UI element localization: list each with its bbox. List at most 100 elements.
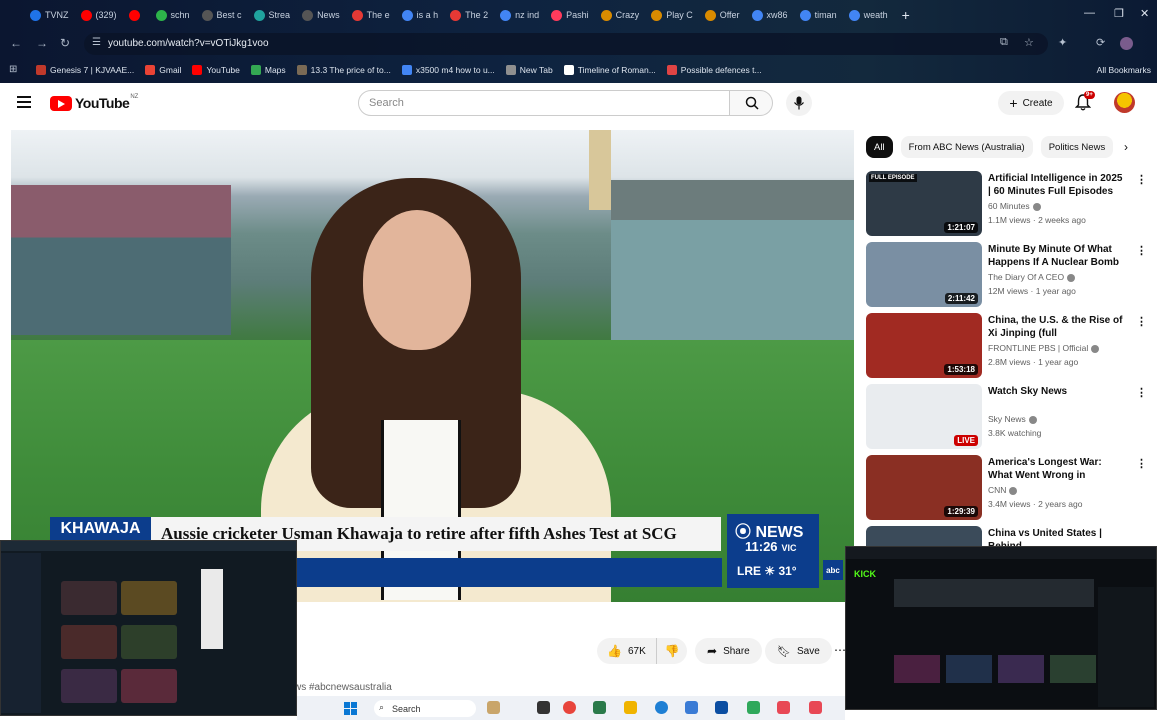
taskbar-app-icon[interactable] [715, 701, 728, 714]
browser-tab[interactable]: News [296, 0, 346, 30]
channel-name[interactable]: 60 Minutes [988, 201, 1041, 211]
browser-tab[interactable]: Pashi [545, 0, 595, 30]
new-tab-icon[interactable]: + [902, 7, 910, 23]
channel-name[interactable]: Sky News [988, 414, 1037, 424]
browser-tab[interactable]: nz ind [494, 0, 545, 30]
browser-tab[interactable] [123, 0, 150, 30]
channel-name[interactable]: FRONTLINE PBS | Official [988, 343, 1100, 353]
share-button[interactable]: ➦ Share [695, 638, 762, 664]
more-options-icon[interactable]: ⋮ [1136, 457, 1147, 470]
bookmark-item[interactable]: Timeline of Roman... [563, 65, 656, 75]
browser-tab[interactable]: Offer [699, 0, 746, 30]
related-video-item[interactable]: FULL EPISODE 1:21:07 Artificial Intelligen… [866, 171, 1147, 237]
more-options-icon[interactable]: ⋮ [1136, 315, 1147, 328]
video-title[interactable]: Artificial Intelligence in 2025 | 60 Min… [988, 172, 1124, 198]
taskbar-app-icon[interactable] [777, 701, 790, 714]
browser-tab[interactable]: schn [150, 0, 196, 30]
video-thumbnail[interactable]: 1:29:39 [866, 455, 982, 520]
site-info-icon[interactable]: ☰ [92, 37, 101, 48]
more-options-icon[interactable]: ⋮ [1136, 173, 1147, 186]
chevron-right-icon[interactable]: › [1124, 140, 1128, 154]
bookmark-item[interactable]: Gmail [145, 65, 181, 75]
dislike-button[interactable]: 👎 [657, 644, 688, 658]
create-button[interactable]: + Create [998, 91, 1064, 115]
extensions-icon[interactable]: ✦ [1058, 36, 1067, 49]
bookmark-item[interactable]: Genesis 7 | KJVAAE... [36, 65, 134, 75]
video-title[interactable]: Minute By Minute Of What Happens If A Nu… [988, 243, 1124, 270]
forward-icon[interactable]: → [36, 36, 48, 50]
menu-icon[interactable] [17, 96, 31, 108]
video-thumbnail[interactable]: 1:53:18 [866, 313, 982, 378]
related-video-item[interactable]: 1:53:18 China, the U.S. & the Rise of Xi … [866, 313, 1147, 379]
bookmark-item[interactable]: x3500 m4 how to u... [401, 65, 495, 75]
browser-tab[interactable]: (329) [75, 0, 123, 30]
casino-window-thumbnail[interactable] [0, 540, 297, 716]
browser-tab[interactable]: Crazy [595, 0, 646, 30]
related-video-item[interactable]: 2:11:42 Minute By Minute Of What Happens … [866, 242, 1147, 308]
video-player[interactable]: KHAWAJA Aussie cricketer Usman Khawaja t… [11, 130, 854, 602]
profile-avatar[interactable] [1120, 37, 1133, 50]
related-video-item[interactable]: 1:29:39 America's Longest War: What Went … [866, 455, 1147, 521]
bookmark-item[interactable]: Possible defences t... [666, 65, 762, 75]
video-title[interactable]: America's Longest War: What Went Wrong i… [988, 456, 1124, 483]
notifications-button[interactable]: 9+ [1074, 91, 1095, 116]
video-thumbnail[interactable]: LIVE [866, 384, 982, 449]
voice-search-button[interactable] [786, 90, 812, 116]
channel-name[interactable]: CNN [988, 485, 1018, 495]
save-button[interactable]: 🔖︎ Save [765, 638, 832, 664]
video-title[interactable]: China, the U.S. & the Rise of Xi Jinping… [988, 314, 1124, 341]
bookmark-star-icon[interactable]: ☆ [1024, 36, 1034, 49]
chrome-icon[interactable] [563, 701, 576, 714]
description-snippet[interactable]: ws #abcnewsaustralia [294, 682, 392, 693]
search-button[interactable] [730, 90, 773, 116]
more-options-icon[interactable]: ⋮ [1136, 386, 1147, 399]
account-avatar[interactable] [1114, 92, 1135, 113]
video-title[interactable]: Watch Sky News [988, 385, 1124, 398]
taskbar-app-icon[interactable] [685, 701, 698, 714]
filter-chip[interactable]: From ABC News (Australia) [900, 136, 1033, 158]
search-box[interactable] [358, 90, 730, 116]
browser-tab[interactable]: The e [346, 0, 396, 30]
filter-chip[interactable]: Politics News [1040, 136, 1114, 158]
browser-tab[interactable]: xw86 [746, 0, 794, 30]
browser-tab[interactable]: Play C [645, 0, 699, 30]
channel-name[interactable]: The Diary Of A CEO [988, 272, 1076, 282]
search-input[interactable] [369, 91, 709, 115]
taskbar-app-icon[interactable] [809, 701, 822, 714]
video-thumbnail[interactable]: 2:11:42 [866, 242, 982, 307]
kick-stream-window-thumbnail[interactable]: KICK [845, 546, 1157, 710]
windows-start-icon[interactable] [344, 702, 357, 715]
taskbar-app-icon[interactable] [593, 701, 606, 714]
related-video-item[interactable]: LIVE Watch Sky News Sky News 3.8K watching ⋮ [866, 384, 1147, 450]
close-window-icon[interactable]: ✕ [1140, 7, 1149, 20]
video-thumbnail[interactable]: FULL EPISODE 1:21:07 [866, 171, 982, 236]
browser-tab[interactable]: is a h [396, 0, 445, 30]
taskbar-app-icon[interactable] [487, 701, 500, 714]
like-button[interactable]: 👍 67K [597, 638, 657, 664]
bookmark-item[interactable]: Maps [250, 65, 286, 75]
maximize-icon[interactable]: ❐ [1114, 7, 1124, 20]
browser-tab[interactable]: Strea [248, 0, 297, 30]
profile-sync-icon[interactable]: ⟳ [1096, 36, 1105, 49]
more-options-icon[interactable]: ⋮ [1136, 244, 1147, 257]
minimize-icon[interactable]: — [1084, 7, 1095, 19]
youtube-logo[interactable]: YouTube NZ [50, 94, 138, 111]
bookmark-item[interactable]: New Tab [505, 65, 553, 75]
browser-tab[interactable]: timan [794, 0, 843, 30]
install-app-icon[interactable]: ⧉ [1000, 36, 1008, 49]
edge-icon[interactable] [655, 701, 668, 714]
filter-chip[interactable]: All [866, 136, 893, 158]
bookmark-item[interactable]: YouTube [192, 65, 240, 75]
browser-tab[interactable]: weath [843, 0, 894, 30]
address-bar[interactable]: ☰ youtube.com/watch?v=vOTiJkg1voo [84, 33, 1048, 55]
bookmark-item[interactable]: 13.3 The price of to... [296, 65, 391, 75]
browser-tab[interactable]: Best c [196, 0, 248, 30]
folder-icon[interactable] [624, 701, 637, 714]
taskbar-app-icon[interactable] [537, 701, 550, 714]
all-bookmarks[interactable]: All Bookmarks [1097, 65, 1151, 75]
browser-tab[interactable]: TVNZ [24, 0, 75, 30]
back-icon[interactable]: ← [10, 36, 22, 50]
taskbar-app-icon[interactable] [747, 701, 760, 714]
reload-icon[interactable]: ↻ [60, 36, 70, 50]
taskbar-search[interactable]: ⌕ Search [374, 700, 476, 717]
